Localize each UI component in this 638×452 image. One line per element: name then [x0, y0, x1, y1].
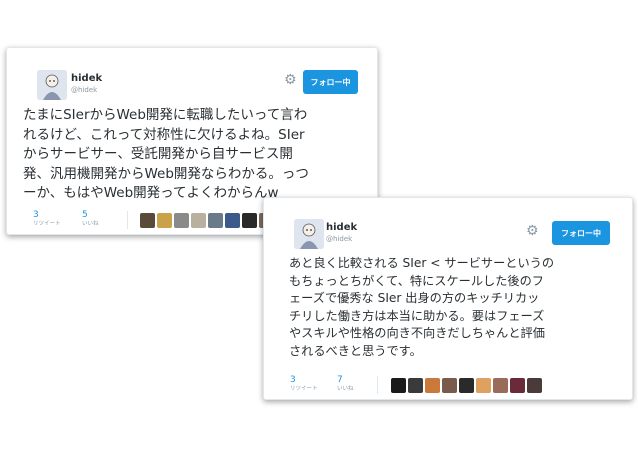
like-count[interactable]: 5 いいね [82, 210, 99, 228]
like-count[interactable]: 7 いいね [337, 375, 354, 393]
liker-avatar[interactable] [174, 213, 189, 228]
liker-avatar[interactable] [408, 378, 423, 393]
liker-avatar[interactable] [242, 213, 257, 228]
liker-avatar[interactable] [225, 213, 240, 228]
retweet-label: リツイート [290, 386, 318, 392]
retweet-number: 3 [290, 375, 296, 385]
display-name[interactable]: hidek [326, 222, 357, 233]
stats-divider [377, 376, 378, 394]
liker-avatar[interactable] [425, 378, 440, 393]
tweet-card-2: hidek @hidek ⚙ フォロー中 あと良く比較される SIer < サー… [263, 197, 633, 400]
user-handle[interactable]: @hidek [326, 235, 352, 243]
user-handle[interactable]: @hidek [71, 86, 97, 94]
retweet-number: 3 [33, 210, 39, 220]
display-name[interactable]: hidek [71, 73, 102, 84]
liker-avatar[interactable] [442, 378, 457, 393]
liker-avatar[interactable] [510, 378, 525, 393]
following-button[interactable]: フォロー中 [303, 70, 358, 94]
liker-avatar[interactable] [527, 378, 542, 393]
liker-avatar[interactable] [493, 378, 508, 393]
user-avatar[interactable] [37, 70, 67, 100]
gear-icon[interactable]: ⚙ [526, 224, 539, 238]
liker-avatars [391, 378, 542, 393]
liker-avatars [140, 213, 274, 228]
liker-avatar[interactable] [476, 378, 491, 393]
user-avatar[interactable] [294, 219, 324, 249]
liker-avatar[interactable] [391, 378, 406, 393]
like-number: 7 [337, 375, 343, 385]
liker-avatar[interactable] [459, 378, 474, 393]
gear-icon[interactable]: ⚙ [284, 73, 297, 87]
liker-avatar[interactable] [140, 213, 155, 228]
like-label: いいね [82, 221, 99, 227]
like-label: いいね [337, 386, 354, 392]
following-button[interactable]: フォロー中 [552, 221, 610, 245]
retweet-count[interactable]: 3 リツイート [290, 375, 318, 393]
stats-divider [127, 211, 128, 229]
liker-avatar[interactable] [157, 213, 172, 228]
tweet-text: あと良く比較される SIer < サービサーというの もちょっとちがくて、特にス… [289, 256, 555, 358]
liker-avatar[interactable] [208, 213, 223, 228]
liker-avatar[interactable] [191, 213, 206, 228]
retweet-count[interactable]: 3 リツイート [33, 210, 61, 228]
like-number: 5 [82, 210, 88, 220]
tweet-text: たまにSIerからWeb開発に転職したいって言わ れるけど、これって対称性に欠け… [23, 107, 309, 201]
retweet-label: リツイート [33, 221, 61, 227]
